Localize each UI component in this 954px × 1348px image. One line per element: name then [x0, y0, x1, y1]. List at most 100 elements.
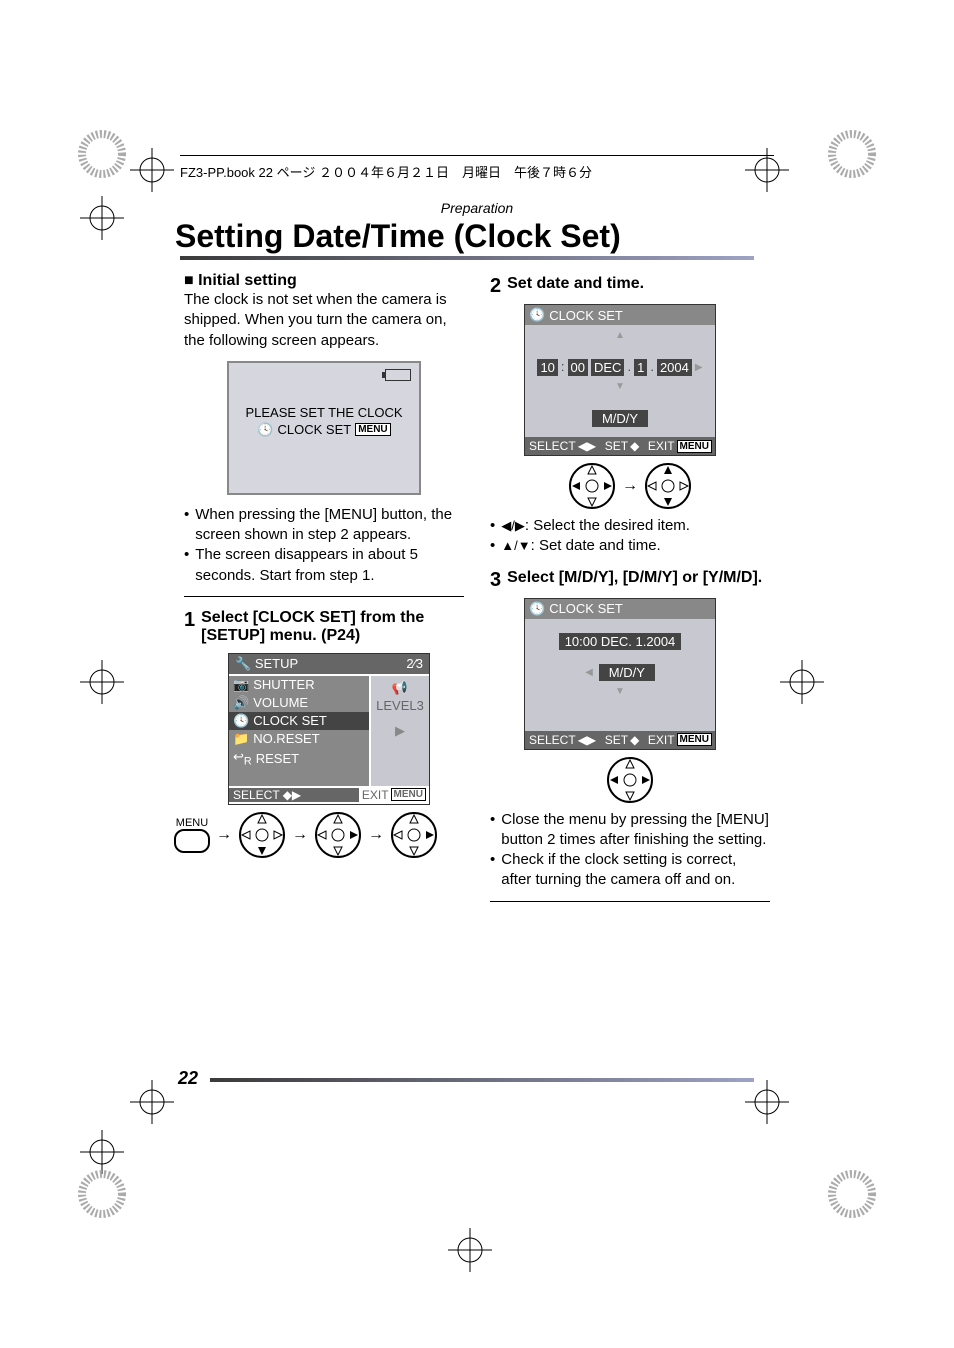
set-label: SET◆ — [605, 733, 640, 747]
screen-please-set-clock: PLEASE SET THE CLOCK 🕓 CLOCK SET MENU — [227, 361, 421, 495]
format-box: M/D/Y — [599, 664, 655, 681]
divider — [184, 596, 464, 597]
year-value: 2004 — [657, 359, 692, 376]
reg-mark-bl — [78, 1170, 126, 1218]
date-row: 10:00 DEC. 1.2004 — [525, 633, 715, 650]
initial-heading-text: Initial setting — [198, 272, 297, 289]
triangle-left-icon — [585, 667, 593, 678]
shutter-icon: 📷 — [233, 677, 249, 693]
setup-bottom-bar: SELECT◆▶ EXITMENU — [229, 786, 429, 804]
clock-set-screen-2: 🕓 CLOCK SET 10:00 DEC. 1.2004 M/D/Y SELE… — [524, 598, 716, 750]
triangle-down-icon — [615, 686, 625, 697]
step2-bullets: ◀/▶: Select the desired item. ▲/▼: Set d… — [490, 516, 770, 557]
menu-button-icon — [174, 829, 210, 853]
please-text: PLEASE SET THE CLOCK — [229, 405, 419, 420]
exit-label: EXITMENU — [648, 439, 712, 453]
initial-bullets: When pressing the [MENU] button, the scr… — [184, 505, 464, 586]
cs-title-bar: 🕓 CLOCK SET — [525, 599, 715, 619]
section-label: Preparation — [0, 200, 954, 216]
hour-value: 10 — [537, 359, 557, 376]
setup-items: 📷SHUTTER 🔊VOLUME 🕓CLOCK SET 📁NO.RESET ↩R… — [229, 676, 369, 786]
min-value: 00 — [568, 359, 588, 376]
arrow-icon: → — [368, 826, 384, 844]
format-box: M/D/Y — [592, 410, 648, 427]
bullet-item: Close the menu by pressing the [MENU] bu… — [490, 810, 770, 851]
step-label: Select [M/D/Y], [D/M/Y] or [Y/M/D]. — [507, 569, 762, 587]
step-2: 2 Set date and time. — [490, 275, 770, 298]
bullet-item: ▲/▼: Set date and time. — [490, 536, 770, 556]
reg-mark-tl — [78, 130, 126, 178]
volume-icon: 🔊 — [233, 695, 249, 711]
step-label: Select [CLOCK SET] from the [SETUP] menu… — [201, 609, 464, 645]
setup-item: 🔊VOLUME — [229, 694, 369, 712]
menu-button-label: MENU — [176, 817, 208, 829]
initial-text: The clock is not set when the camera is … — [184, 290, 464, 351]
select-label: SELECT◀▶ — [529, 733, 596, 747]
triangle-down-icon — [615, 381, 625, 392]
setup-screen: 🔧 SETUP 2∕3 📷SHUTTER 🔊VOLUME 🕓CLOCK SET … — [228, 653, 430, 805]
cs-body: 10:00 DEC. 1.2004 M/D/Y — [525, 619, 715, 731]
page: FZ3-PP.book 22 ページ ２００４年６月２１日 月曜日 午後７時６分… — [0, 0, 954, 1348]
reset-icon: ↩R — [233, 749, 252, 768]
reg-mark-tr — [828, 130, 876, 178]
reg-cross-br — [745, 1080, 789, 1124]
bullet-item: ◀/▶: Select the desired item. — [490, 516, 770, 536]
bullet-item: The screen disappears in about 5 seconds… — [184, 545, 464, 586]
dpad-row-2: → — [490, 462, 770, 510]
reg-cross-mid-bottom — [448, 1228, 492, 1272]
setup-page: 2∕3 — [406, 656, 423, 671]
clock-icon: 🕓 — [233, 713, 249, 729]
sep: : — [561, 359, 565, 376]
month-value: DEC — [591, 359, 624, 376]
dpad-icon — [238, 811, 286, 859]
date-row: 10 : 00 DEC . 1 . 2004 — [525, 359, 715, 376]
level-icon: 📢 — [392, 680, 408, 696]
page-number: 22 — [178, 1068, 198, 1089]
arrow-icon: → — [216, 826, 232, 844]
step3-bullets: Close the menu by pressing the [MENU] bu… — [490, 810, 770, 891]
setup-right: 📢 LEVEL3 ▶ — [371, 676, 429, 786]
page-title: Setting Date/Time (Clock Set) — [175, 218, 621, 255]
dpad-icon — [568, 462, 616, 510]
reg-cross-bl — [130, 1080, 174, 1124]
date-value: 10:00 DEC. 1.2004 — [559, 633, 682, 650]
setup-item: ↩RRESET — [229, 748, 369, 769]
dpad-icon — [644, 462, 692, 510]
step-number: 3 — [490, 569, 501, 592]
clock-set-screen-1: 🕓 CLOCK SET 10 : 00 DEC . 1 . 2004 M/D/Y — [524, 304, 716, 456]
dpad-icon — [390, 811, 438, 859]
left-column: ■ Initial setting The clock is not set w… — [184, 272, 464, 859]
footer-rule — [210, 1078, 754, 1082]
reg-mark-br — [828, 1170, 876, 1218]
setup-item: 📁NO.RESET — [229, 730, 369, 748]
dpad-icon — [606, 756, 654, 804]
setup-title: SETUP — [255, 656, 298, 671]
triangle-up-icon — [615, 330, 625, 341]
right-caret: ▶ — [395, 723, 405, 739]
initial-heading: ■ Initial setting — [184, 272, 464, 290]
select-label: SELECT◆▶ — [229, 788, 359, 802]
day-value: 1 — [634, 359, 647, 376]
reg-cross-bl2 — [80, 1130, 124, 1174]
reg-cross-tl — [130, 148, 174, 192]
title-rule — [180, 256, 754, 260]
arrow-icon: → — [292, 826, 308, 844]
step-3: 3 Select [M/D/Y], [D/M/Y] or [Y/M/D]. — [490, 569, 770, 592]
reg-cross-right-mid — [780, 660, 824, 704]
exit-label: EXITMENU — [359, 788, 429, 802]
set-label: SET◆ — [605, 439, 640, 453]
bullet-item: Check if the clock setting is correct, a… — [490, 850, 770, 891]
triangle-right-icon — [695, 362, 703, 373]
clock-set-label: CLOCK SET — [278, 422, 352, 437]
setup-item-highlight: 🕓CLOCK SET — [229, 712, 369, 730]
clock-icon: 🕓 — [257, 422, 273, 438]
cs-body: 10 : 00 DEC . 1 . 2004 M/D/Y — [525, 325, 715, 437]
reg-cross-left-mid — [80, 660, 124, 704]
level-text: LEVEL3 — [376, 698, 424, 713]
select-label: SELECT◀▶ — [529, 439, 596, 453]
step-number: 2 — [490, 275, 501, 298]
battery-icon — [385, 369, 411, 381]
clock-set-row: 🕓 CLOCK SET MENU — [229, 422, 419, 438]
menu-badge: MENU — [355, 423, 390, 436]
dot: . — [650, 359, 654, 376]
